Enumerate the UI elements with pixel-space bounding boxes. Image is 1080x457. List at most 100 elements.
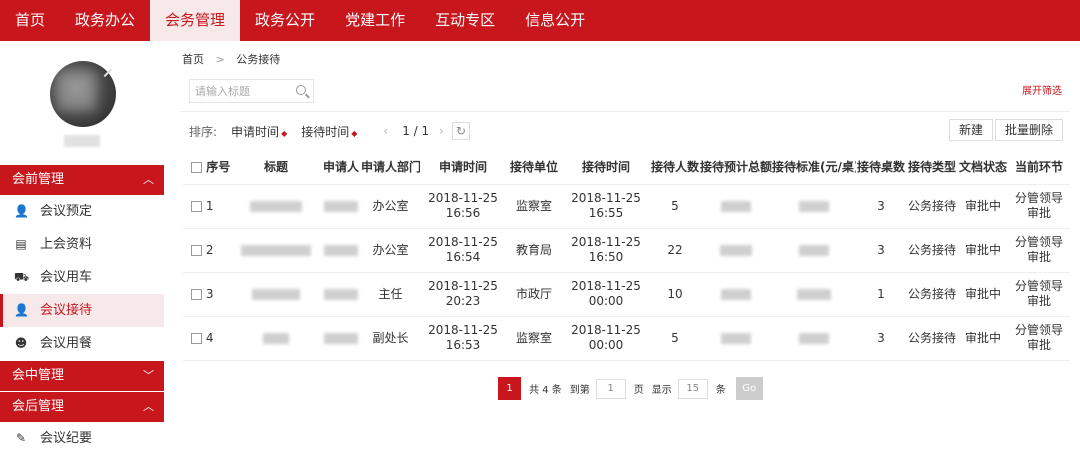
table-row[interactable]: 2 办公室 2018-11-25 16:54 教育局 2018-11-25 16… (183, 228, 1070, 273)
search-input[interactable] (190, 80, 290, 102)
sidebar-item-label: 会议接待 (40, 303, 93, 318)
cell-reception-time: 2018-11-25 16:55 (562, 184, 650, 229)
cell-tables: 1 (856, 272, 906, 317)
cell-title-redacted[interactable] (231, 272, 321, 317)
cell-standard-redacted (772, 184, 856, 229)
sort-field-label: 申请时间 (231, 124, 280, 139)
cell-title-redacted[interactable] (231, 316, 321, 361)
refresh-icon[interactable]: ↻ (451, 122, 470, 140)
pagination: 1 共 4 条 到第 页 显示 条 Go (498, 377, 763, 400)
cell-total-redacted (700, 228, 772, 273)
sort-by-apply-time[interactable]: 申请时间 ◆ (231, 123, 287, 140)
sort-arrows-icon: ◆ (351, 128, 358, 138)
batch-delete-button[interactable]: 批量删除 (995, 119, 1064, 141)
sort-by-reception-time[interactable]: 接待时间 ◆ (301, 123, 357, 140)
row-checkbox[interactable] (191, 200, 202, 212)
cell-standard-redacted (772, 316, 856, 361)
nav-meeting-management[interactable]: 会务管理 (150, 0, 241, 41)
sidebar-item-meeting-materials[interactable]: ▤ 上会资料 (0, 228, 164, 261)
column-header[interactable]: 接待时间 (562, 150, 650, 185)
go-button[interactable]: Go (735, 377, 763, 400)
car-icon: ⛟ (14, 270, 30, 284)
user-icon: 👤 (14, 303, 29, 317)
row-number: 2 (205, 242, 214, 257)
sidebar-item-meeting-dining[interactable]: ☻ 会议用餐 (0, 327, 164, 360)
cell-total-redacted (700, 272, 772, 317)
table-row[interactable]: 3 主任 2018-11-25 20:23 市政厅 2018-11-25 00:… (183, 272, 1070, 317)
row-checkbox[interactable] (191, 332, 202, 344)
page-size-input[interactable] (677, 378, 708, 399)
column-header[interactable]: 接待桌数 (856, 150, 906, 185)
column-header[interactable]: 接待单位 (506, 150, 562, 185)
redacted-text (721, 288, 751, 300)
column-header[interactable]: 接待人数 (650, 150, 700, 185)
cell-no: 3 (183, 272, 231, 317)
column-header[interactable]: 申请人部门 (361, 150, 420, 185)
nav-interaction[interactable]: 互动专区 (420, 0, 510, 41)
breadcrumb: 首页 > 公务接待 (182, 51, 280, 67)
column-header[interactable]: 接待类型 (906, 150, 958, 185)
column-header[interactable]: 文档状态 (958, 150, 1008, 185)
column-header[interactable]: 接待标准(元/桌) (772, 150, 856, 185)
cell-unit: 监察室 (506, 316, 562, 361)
column-header[interactable]: 申请人 (321, 150, 361, 185)
cell-dept: 副处长 (361, 316, 420, 361)
nav-party-work[interactable]: 党建工作 (330, 0, 420, 41)
select-all-checkbox[interactable] (191, 162, 202, 174)
cell-status: 审批中 (958, 228, 1008, 273)
table-row[interactable]: 1 办公室 2018-11-25 16:56 监察室 2018-11-25 16… (183, 184, 1070, 229)
cell-dept: 主任 (361, 272, 420, 317)
sidebar-group-pre-meeting[interactable]: 会前管理 ︿ (0, 165, 164, 195)
nav-info-public[interactable]: 信息公开 (510, 0, 600, 41)
search-icon[interactable] (296, 85, 306, 95)
cell-no: 1 (183, 184, 231, 229)
sidebar-group-label: 会后管理 (12, 399, 65, 414)
avatar-image (56, 71, 96, 111)
sidebar-group-post-meeting[interactable]: 会后管理 ︿ (0, 392, 164, 422)
cell-unit: 教育局 (506, 228, 562, 273)
sidebar-item-meeting-minutes[interactable]: ✎ 会议纪要 (0, 422, 164, 455)
nav-gov-office[interactable]: 政务办公 (60, 0, 150, 41)
prev-page-icon[interactable]: ‹ (383, 124, 388, 138)
cell-type: 公务接待 (906, 228, 958, 273)
cell-reception-time: 2018-11-25 16:50 (562, 228, 650, 273)
sort-label: 排序: (189, 124, 218, 139)
sidebar-group-in-meeting[interactable]: 会中管理 ﹀ (0, 361, 164, 391)
smile-icon: ☻ (14, 336, 28, 350)
redacted-text (250, 200, 302, 212)
cell-status: 审批中 (958, 316, 1008, 361)
cell-applicant-redacted (321, 184, 361, 229)
cell-title-redacted[interactable] (231, 228, 321, 273)
breadcrumb-separator: > (215, 53, 225, 66)
row-checkbox[interactable] (191, 244, 202, 256)
nav-home[interactable]: 首页 (0, 0, 60, 41)
row-checkbox[interactable] (191, 288, 202, 300)
new-button[interactable]: 新建 (949, 119, 994, 141)
chevron-up-icon: ︿ (143, 173, 154, 186)
sidebar-item-meeting-reception[interactable]: 👤 会议接待 (0, 294, 164, 327)
column-header[interactable]: 接待预计总额 (700, 150, 772, 185)
cell-step: 分管领导审批 (1008, 184, 1070, 229)
cell-status: 审批中 (958, 184, 1008, 229)
cell-apply-time: 2018-11-25 16:56 (420, 184, 506, 229)
nav-gov-public[interactable]: 政务公开 (240, 0, 330, 41)
expand-filter-link[interactable]: 展开筛选 (1022, 82, 1062, 97)
redacted-text (324, 200, 358, 212)
size-unit-label: 条 (715, 385, 726, 396)
cell-people: 5 (650, 184, 700, 229)
table-row[interactable]: 4 副处长 2018-11-25 16:53 监察室 2018-11-25 00… (183, 316, 1070, 361)
cell-no: 4 (183, 316, 231, 361)
breadcrumb-home[interactable]: 首页 (182, 53, 204, 66)
next-page-icon[interactable]: › (439, 124, 444, 138)
goto-page-input[interactable] (595, 378, 626, 399)
column-header[interactable]: 标题 (231, 150, 321, 185)
redacted-text (721, 332, 751, 344)
page-button-current[interactable]: 1 (498, 377, 521, 400)
column-header[interactable]: 申请时间 (420, 150, 506, 185)
sidebar-item-meeting-car[interactable]: ⛟ 会议用车 (0, 261, 164, 294)
cell-dept: 办公室 (361, 184, 420, 229)
column-header[interactable]: 当前环节 (1008, 150, 1070, 185)
cell-title-redacted[interactable] (231, 184, 321, 229)
column-header[interactable]: 序号 (206, 160, 230, 174)
sidebar-item-meeting-booking[interactable]: 👤 会议预定 (0, 195, 164, 228)
